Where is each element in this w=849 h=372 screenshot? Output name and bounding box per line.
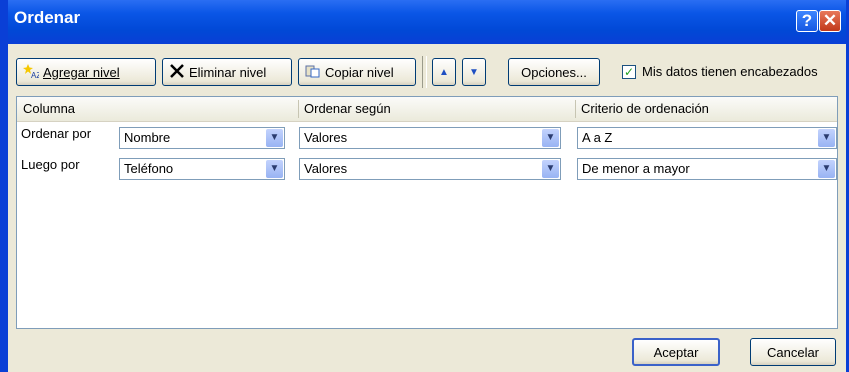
add-level-button[interactable]: AZ Agregar nivel [16, 58, 156, 86]
sort-level-row[interactable]: Ordenar por Nombre ▼ Valores ▼ A a Z ▼ [17, 122, 837, 152]
grid-header: Columna Ordenar según Criterio de ordena… [17, 97, 837, 122]
delete-level-label: Eliminar nivel [189, 64, 267, 80]
cancel-button[interactable]: Cancelar [750, 338, 836, 366]
chevron-down-icon[interactable]: ▼ [542, 129, 559, 147]
column-select-value: Teléfono [124, 161, 174, 176]
chevron-down-icon[interactable]: ▼ [818, 160, 835, 178]
toolbar-separator [422, 56, 427, 88]
header-separator [575, 100, 576, 118]
sort-level-row[interactable]: Luego por Teléfono ▼ Valores ▼ De menor … [17, 153, 837, 183]
delete-x-icon [169, 63, 185, 82]
row-label: Luego por [21, 157, 80, 172]
add-level-icon: AZ [23, 63, 41, 82]
order-select-value: A a Z [582, 130, 613, 145]
header-separator [298, 100, 299, 118]
column-select[interactable]: Nombre ▼ [119, 127, 285, 149]
options-button[interactable]: Opciones... [508, 58, 600, 86]
accept-button[interactable]: Aceptar [632, 338, 720, 366]
header-order: Criterio de ordenación [581, 101, 709, 116]
delete-level-button[interactable]: Eliminar nivel [162, 58, 292, 86]
copy-icon [305, 63, 321, 82]
column-select[interactable]: Teléfono ▼ [119, 158, 285, 180]
add-level-label: Agregar nivel [43, 64, 120, 80]
chevron-down-icon[interactable]: ▼ [818, 129, 835, 147]
sort-on-select[interactable]: Valores ▼ [299, 127, 561, 149]
close-button[interactable]: ✕ [819, 10, 841, 32]
sort-on-select[interactable]: Valores ▼ [299, 158, 561, 180]
move-up-button[interactable]: ▲ [432, 58, 456, 86]
headers-checkbox-label[interactable]: Mis datos tienen encabezados [642, 64, 818, 79]
copy-level-button[interactable]: Copiar nivel [298, 58, 416, 86]
header-sort-on: Ordenar según [304, 101, 391, 116]
sort-levels-grid: Columna Ordenar según Criterio de ordena… [16, 96, 838, 329]
copy-level-label: Copiar nivel [325, 64, 394, 80]
chevron-down-icon[interactable]: ▼ [266, 160, 283, 178]
order-select-value: De menor a mayor [582, 161, 690, 176]
header-column: Columna [23, 101, 76, 116]
help-button[interactable]: ? [796, 10, 818, 32]
sort-dialog: Ordenar ? ✕ AZ Agregar nivel Eliminar ni… [8, 0, 849, 372]
window-frame-left [0, 0, 8, 372]
move-down-button[interactable]: ▼ [462, 58, 486, 86]
sort-on-select-value: Valores [304, 130, 348, 145]
headers-checkbox[interactable]: ✓ [622, 65, 636, 79]
title-bar[interactable]: Ordenar ? ✕ [8, 0, 846, 44]
row-label: Ordenar por [21, 126, 92, 141]
order-select[interactable]: De menor a mayor ▼ [577, 158, 837, 180]
chevron-down-icon[interactable]: ▼ [542, 160, 559, 178]
dialog-title: Ordenar [14, 8, 81, 27]
chevron-down-icon[interactable]: ▼ [266, 129, 283, 147]
sort-on-select-value: Valores [304, 161, 348, 176]
column-select-value: Nombre [124, 130, 171, 145]
svg-text:AZ: AZ [31, 71, 39, 79]
order-select[interactable]: A a Z ▼ [577, 127, 837, 149]
